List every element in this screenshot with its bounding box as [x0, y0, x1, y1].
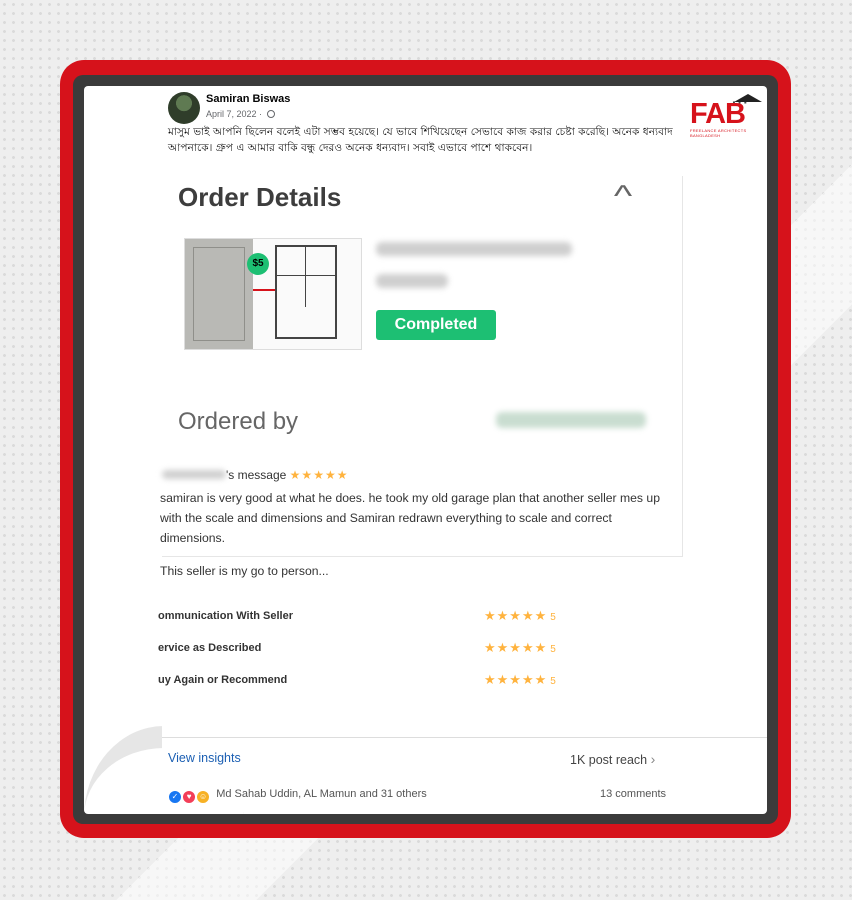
status-badge: Completed — [376, 310, 496, 340]
floor-plan-drawing — [275, 245, 337, 339]
rating-stars: ★★★★★ — [484, 640, 548, 655]
new-plan-image: $5 — [247, 239, 361, 349]
reactions-text: Md Sahab Uddin, AL Mamun and 31 others — [216, 788, 427, 800]
post-reach[interactable]: 1K post reach › — [570, 751, 655, 767]
rating-stars-recommend: ★★★★★ 5 — [484, 672, 557, 688]
rating-value: 5 — [550, 676, 557, 687]
message-header: 's message ★★★★★ — [162, 468, 348, 482]
review-closing: This seller is my go to person... — [160, 564, 329, 578]
ordered-by-label: Ordered by — [178, 408, 299, 435]
post-date[interactable]: April 7, 2022 · — [206, 109, 275, 119]
avatar[interactable] — [168, 92, 200, 124]
message-stars: ★★★★★ — [289, 468, 349, 482]
message-suffix: 's message — [226, 468, 287, 482]
rating-label-recommend: uy Again or Recommend — [158, 674, 288, 686]
rating-value: 5 — [550, 612, 557, 623]
rating-stars: ★★★★★ — [484, 608, 548, 623]
blurred-gig-title-line-1 — [376, 242, 572, 256]
order-details-title: Order Details — [178, 182, 342, 212]
post-reach-text: 1K post reach — [570, 753, 648, 767]
view-insights-link[interactable]: View insights — [168, 751, 241, 765]
comments-count[interactable]: 13 comments — [600, 788, 666, 800]
chevron-right-icon: › — [650, 751, 656, 767]
fab-logo: FAB FREELANCE ARCHITECTS BANGLADESH — [690, 94, 764, 138]
blurred-buyer-name — [496, 412, 646, 428]
rating-stars-communication: ★★★★★ 5 — [484, 608, 557, 624]
logo-subtitle: FREELANCE ARCHITECTS BANGLADESH — [690, 128, 747, 138]
globe-icon — [266, 110, 275, 118]
gig-thumbnail: $5 — [184, 238, 362, 350]
logo-text: FAB — [690, 98, 746, 130]
review-text: samiran is very good at what he does. he… — [160, 491, 660, 545]
rating-value: 5 — [550, 644, 557, 655]
rating-stars: ★★★★★ — [484, 672, 548, 687]
blurred-username — [162, 470, 226, 479]
facebook-post-card: Samiran Biswas April 7, 2022 · ··· মাসুম… — [84, 86, 767, 814]
love-icon: ♥ — [182, 790, 197, 804]
footer-divider — [162, 737, 767, 738]
chevron-up-icon: ^ — [613, 180, 633, 213]
author-name[interactable]: Samiran Biswas — [206, 93, 290, 105]
arrow-line — [253, 289, 275, 291]
blurred-gig-title-line-2 — [376, 274, 448, 288]
order-screenshot: Order Details ^ $5 Completed Ordered by … — [158, 176, 762, 812]
care-icon: ☺ — [196, 790, 211, 804]
post-header: Samiran Biswas April 7, 2022 · ··· — [168, 92, 748, 124]
reactions-summary[interactable]: ✓ ♥ ☺ Md Sahab Uddin, AL Mamun and 31 ot… — [168, 788, 427, 804]
rating-label-communication: ommunication With Seller — [158, 610, 293, 622]
like-icon: ✓ — [168, 790, 182, 804]
price-badge: $5 — [247, 253, 269, 275]
post-text: মাসুম ভাই আপনি ছিলেন বলেই এটা সম্ভব হয়ে… — [168, 126, 673, 154]
date-text: April 7, 2022 · — [206, 109, 263, 119]
rating-stars-service: ★★★★★ 5 — [484, 640, 557, 656]
rating-label-service: ervice as Described — [158, 642, 262, 654]
old-plan-image — [185, 239, 253, 349]
